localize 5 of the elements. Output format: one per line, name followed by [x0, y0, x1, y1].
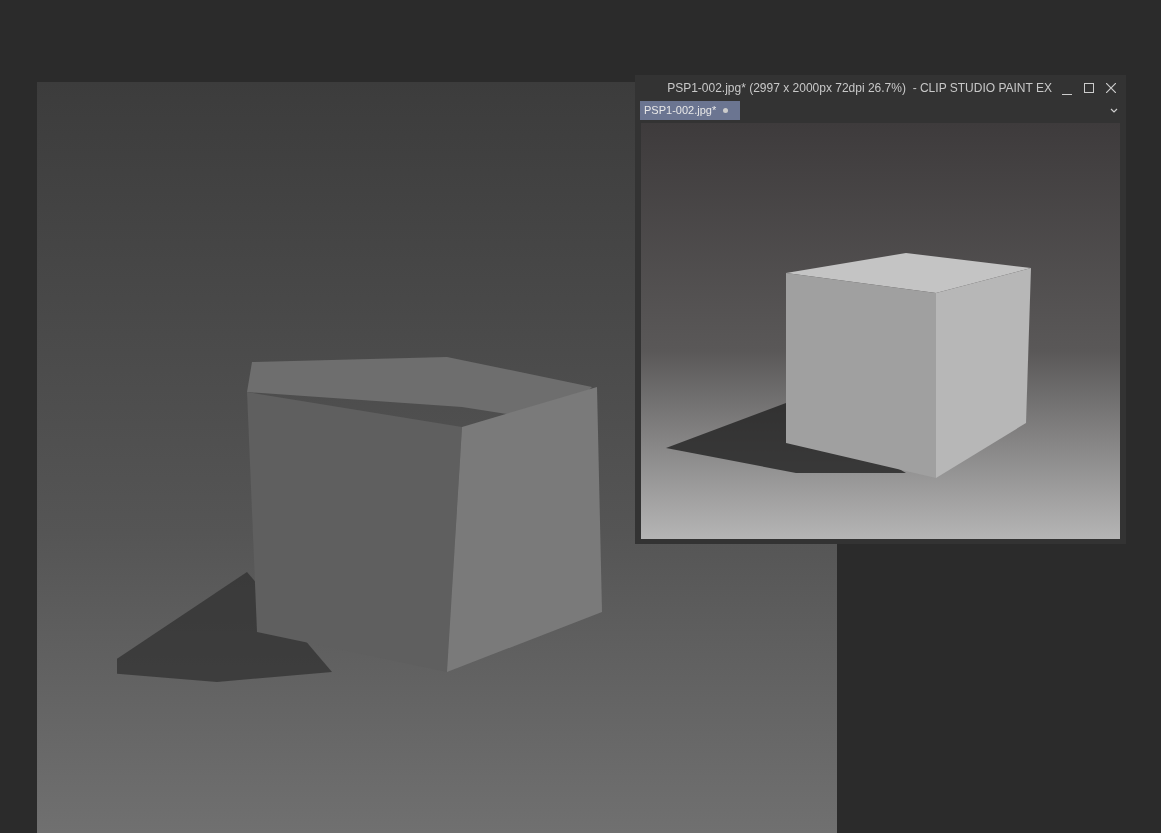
chevron-down-icon[interactable]: [1110, 107, 1118, 114]
maximize-button[interactable]: [1082, 81, 1096, 95]
close-button[interactable]: [1104, 81, 1118, 95]
document-tab[interactable]: PSP1-002.jpg*: [640, 101, 740, 120]
window-title: PSP1-002.jpg* (2997 x 2000px 72dpi 26.7%) - CLIP STUDIO PAINT EX: [667, 80, 1052, 97]
